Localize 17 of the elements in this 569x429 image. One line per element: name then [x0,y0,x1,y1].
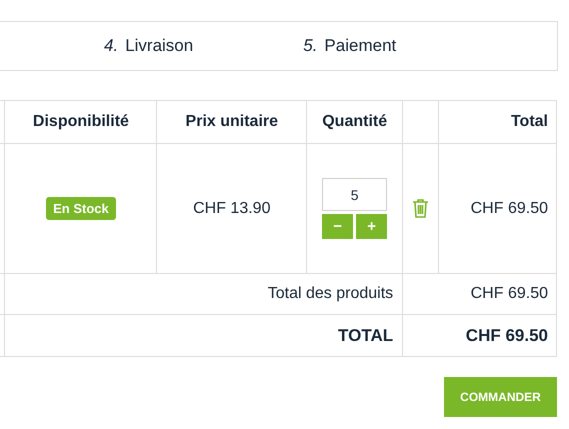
total-value: CHF 69.50 [466,326,548,345]
table-cell: CHF 69.50 [438,144,556,274]
step-label[interactable]: Paiement [324,33,396,59]
step-label[interactable]: Livraison [125,33,194,59]
column-header: Quantité [306,100,403,144]
subtotal-label: Total des produits [268,285,394,302]
column-header: Prix unitaire [156,100,307,144]
column-header: Total [438,100,556,144]
step-number: 4. [104,35,118,58]
stock-badge: En Stock [46,196,116,220]
column-header: Disponibilité [4,100,157,144]
quantity-field[interactable]: 5 [322,178,388,211]
table-cell: CHF 13.90 [156,144,307,274]
trash-icon[interactable] [412,198,430,218]
step-number: 5. [303,35,318,58]
subtotal-value: CHF 69.50 [470,285,548,302]
total-label: TOTAL [338,326,394,345]
